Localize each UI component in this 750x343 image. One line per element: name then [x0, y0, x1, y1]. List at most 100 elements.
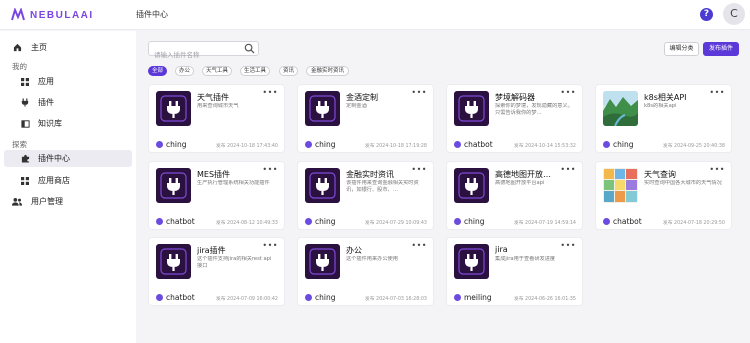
plugin-description: 集成jira用于查看研发进度 [495, 256, 556, 262]
plug-icon [156, 168, 191, 203]
plugin-card[interactable]: 金融实时资讯 该插件用来查询金融相关实时资讯，如银行、股市、… ••• ching 发布… [297, 161, 434, 230]
author-avatar-icon [156, 141, 163, 148]
publish-plugin-button[interactable]: 发布插件 [703, 42, 739, 56]
sidebar-item-plugin-center[interactable]: 插件中心 [4, 150, 132, 167]
sidebar-item-knowledge[interactable]: 知识库 [4, 115, 132, 132]
plug-icon [20, 98, 30, 108]
plugin-card[interactable]: jira插件 这个插件支持jira的相关rest api接口 ••• chatbot 发… [148, 237, 285, 306]
more-options-icon[interactable]: ••• [262, 88, 278, 97]
author-name: ching [166, 140, 187, 149]
plugin-card[interactable]: MES插件 生产执行管理系统相关功能插件 ••• chatbot 发布 2024-08-… [148, 161, 285, 230]
sidebar-item-label: 知识库 [38, 119, 62, 128]
author-name: ching [315, 217, 336, 226]
grid-icon [20, 77, 30, 87]
grid-icon [20, 176, 30, 186]
plugin-description: 这个插件用来办公使用 [346, 256, 398, 262]
more-options-icon[interactable]: ••• [411, 165, 427, 174]
author-avatar-icon [603, 141, 610, 148]
plugin-card[interactable]: 梦境解码器 探索你的梦境，发现隐藏的意义。只需告诉我你的梦… ••• chatbot 发… [446, 84, 583, 153]
plugin-description: 实时查询中国各大城市的天气情况 [644, 180, 722, 186]
author-name: chatbot [613, 217, 642, 226]
author-name: ching [613, 140, 634, 149]
filter-chip[interactable]: 办公 [175, 66, 194, 76]
more-options-icon[interactable]: ••• [709, 88, 725, 97]
plug-icon [305, 244, 340, 279]
plug-icon [454, 91, 489, 126]
more-options-icon[interactable]: ••• [560, 88, 576, 97]
help-icon[interactable]: ? [700, 8, 713, 21]
publish-date: 发布 2024-07-29 10:09:43 [364, 221, 427, 226]
sidebar-item-label: 应用 [38, 77, 54, 86]
sidebar-item-label: 应用商店 [38, 176, 70, 185]
filter-chip[interactable]: 资讯 [279, 66, 298, 76]
more-options-icon[interactable]: ••• [709, 165, 725, 174]
sidebar-item-home[interactable]: 主页 [4, 39, 132, 56]
sidebar-item-apps[interactable]: 应用 [4, 73, 132, 90]
plugin-card[interactable]: 高德地图开放… 高德地图开放平台api ••• ching 发布 2024-07-19 … [446, 161, 583, 230]
author-name: ching [464, 217, 485, 226]
plugin-author: ching [305, 293, 335, 302]
logo-mark-icon [11, 8, 25, 21]
plugin-name: jira [495, 245, 508, 254]
plugin-card[interactable]: jira 集成jira用于查看研发进度 ••• meiling 发布 2024-06-2… [446, 237, 583, 306]
filter-chip[interactable]: 全部 [148, 66, 167, 76]
plug-icon [454, 168, 489, 203]
publish-date: 发布 2024-07-19 14:59:14 [513, 221, 576, 226]
sidebar-item-label: 用户管理 [31, 197, 63, 206]
plugin-description: 高德地图开放平台api [495, 180, 545, 186]
page-title: 插件中心 [136, 10, 168, 19]
more-options-icon[interactable]: ••• [411, 88, 427, 97]
author-avatar-icon [454, 218, 461, 225]
author-name: chatbot [464, 140, 493, 149]
plugin-name: k8s相关API [644, 93, 687, 102]
sidebar-item-plugins[interactable]: 插件 [4, 94, 132, 111]
avatar[interactable]: C [723, 3, 745, 25]
search-icon[interactable] [244, 43, 255, 54]
author-name: chatbot [166, 293, 195, 302]
sidebar-item-user-management[interactable]: 用户管理 [4, 193, 132, 210]
author-avatar-icon [305, 141, 312, 148]
more-options-icon[interactable]: ••• [262, 165, 278, 174]
top-bar: NEBULAAI 插件中心 ? C [0, 0, 750, 30]
plugin-description: 该插件用来查询金融相关实时资讯，如银行、股市、… [346, 180, 419, 193]
plugin-author: meiling [454, 293, 492, 302]
edit-category-button[interactable]: 编辑分类 [664, 42, 699, 56]
more-options-icon[interactable]: ••• [411, 241, 427, 250]
more-options-icon[interactable]: ••• [560, 241, 576, 250]
sidebar-item-label: 主页 [31, 43, 47, 52]
plugin-card[interactable]: 天气查询 实时查询中国各大城市的天气情况 ••• chatbot 发布 2024-07-… [595, 161, 732, 230]
publish-date: 发布 2024-07-03 16:28:03 [364, 297, 427, 302]
publish-date: 发布 2024-06-26 16:01:35 [513, 297, 576, 302]
author-avatar-icon [156, 218, 163, 225]
plugin-description: 这个插件支持jira的相关rest api接口 [197, 256, 272, 269]
plugin-card[interactable]: 金酒定制 定制金酒 ••• ching 发布 2024-10-18 17:19:28 [297, 84, 434, 153]
plugin-card[interactable]: 办公 这个插件用来办公使用 ••• ching 发布 2024-07-03 16:28:… [297, 237, 434, 306]
publish-date: 发布 2024-07-18 20:29:50 [662, 221, 725, 226]
filter-chip[interactable]: 生活工具 [240, 66, 270, 76]
plugin-author: chatbot [603, 217, 642, 226]
author-avatar-icon [603, 218, 610, 225]
plug-icon [305, 91, 340, 126]
plugin-card[interactable]: 天气插件 用来查询城市天气 ••• ching 发布 2024-10-18 17:43:… [148, 84, 285, 153]
filter-chip[interactable]: 天气工具 [202, 66, 232, 76]
author-name: ching [315, 140, 336, 149]
publish-date: 发布 2024-10-18 17:19:28 [364, 144, 427, 149]
plug-icon [156, 91, 191, 126]
sidebar-item-label: 插件 [38, 98, 54, 107]
plugin-name: 金融实时资讯 [346, 170, 394, 179]
plugin-author: ching [305, 140, 335, 149]
plugin-author: ching [454, 217, 484, 226]
sidebar: 主页 我的 应用 插件 知识库 探索 插件中心 应用商店 用户管理 [0, 31, 136, 343]
plugin-author: chatbot [454, 140, 493, 149]
author-avatar-icon [305, 294, 312, 301]
more-options-icon[interactable]: ••• [560, 165, 576, 174]
search-input[interactable] [154, 48, 244, 62]
sidebar-item-app-store[interactable]: 应用商店 [4, 172, 132, 189]
home-icon [12, 43, 22, 53]
plugin-description: 探索你的梦境，发现隐藏的意义。只需告诉我你的梦… [495, 103, 573, 116]
publish-date: 发布 2024-10-14 15:53:32 [513, 144, 576, 149]
more-options-icon[interactable]: ••• [262, 241, 278, 250]
filter-chip[interactable]: 金融实时资讯 [306, 66, 349, 76]
plugin-card[interactable]: k8s相关API k8s的相关api ••• ching 发布 2024-09-25 2… [595, 84, 732, 153]
app-logo[interactable]: NEBULAAI [10, 8, 94, 22]
